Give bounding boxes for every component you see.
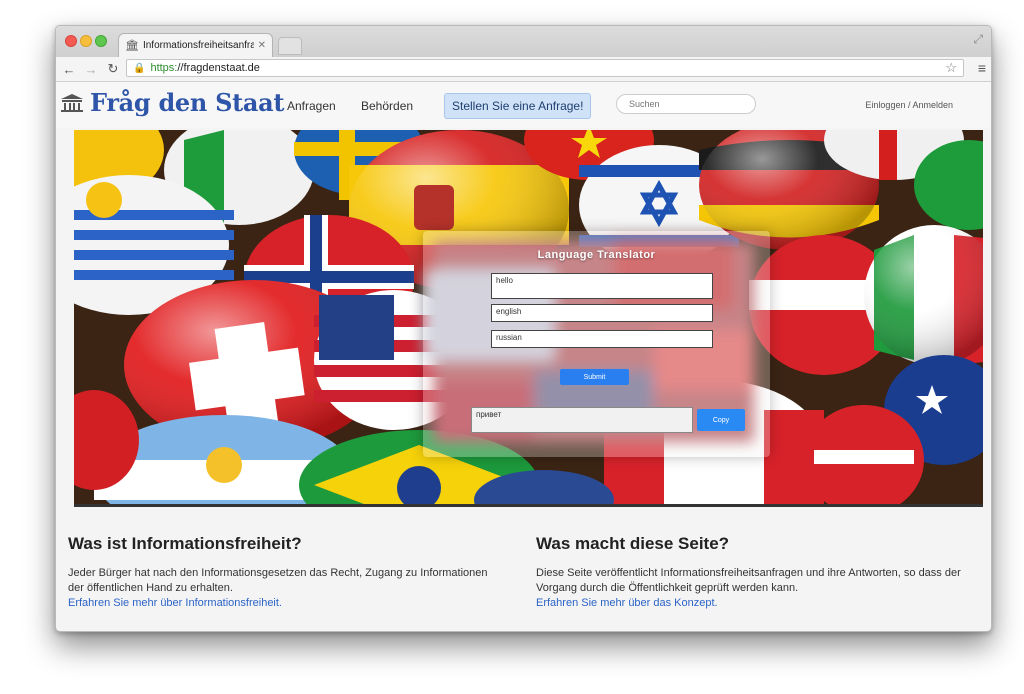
nav-anfragen[interactable]: Anfragen xyxy=(287,99,336,113)
translator-title: Language Translator xyxy=(537,249,656,261)
fullscreen-icon[interactable]: ⤢ xyxy=(973,32,983,47)
site-header: Fråg den Staat Anfragen Behörden Stellen… xyxy=(56,82,991,128)
info-text-right: Diese Seite veröffentlicht Informationsf… xyxy=(536,567,961,594)
tab-close-icon[interactable]: ✕ xyxy=(258,40,266,51)
info-heading-right: Was macht diese Seite? xyxy=(536,534,730,553)
maximize-window-button[interactable] xyxy=(95,35,107,47)
translation-output[interactable]: привет xyxy=(471,407,693,433)
close-window-button[interactable] xyxy=(65,35,77,47)
site-logo[interactable]: Fråg den Staat xyxy=(60,88,285,117)
building-icon xyxy=(61,93,83,112)
tab-strip: 🏛 Informationsfreiheitsanfrag ✕ ⤢ xyxy=(56,26,991,57)
reload-icon[interactable]: ↻ xyxy=(104,61,122,77)
to-language-input[interactable]: russian xyxy=(491,330,713,348)
info-column-left: Was ist Informationsfreiheit? Jeder Bürg… xyxy=(68,534,488,611)
nav-behoerden[interactable]: Behörden xyxy=(361,99,413,113)
forward-icon[interactable]: → xyxy=(82,62,100,77)
info-heading-left: Was ist Informationsfreiheit? xyxy=(68,534,302,553)
from-language-input[interactable]: english xyxy=(491,304,713,322)
browser-tab[interactable]: 🏛 Informationsfreiheitsanfrag ✕ xyxy=(118,33,273,57)
logo-text: Fråg den Staat xyxy=(90,88,285,117)
translator-panel: Language Translator hello english russia… xyxy=(423,231,770,457)
minimize-window-button[interactable] xyxy=(80,35,92,47)
info-text-left: Jeder Bürger hat nach den Informationsge… xyxy=(68,567,488,594)
back-icon[interactable]: ← xyxy=(60,62,78,77)
bookmark-star-icon[interactable]: ☆ xyxy=(945,60,957,76)
copy-button[interactable]: Copy xyxy=(697,409,745,431)
info-link-right[interactable]: Erfahren Sie mehr über das Konzept. xyxy=(536,596,981,611)
new-tab-button[interactable] xyxy=(278,37,302,55)
browser-toolbar: ← → ↻ 🔒 https: //fragdenstaat.de ☆ ≡ xyxy=(56,57,991,82)
url-scheme: https: xyxy=(150,62,178,74)
search-input[interactable] xyxy=(616,94,756,114)
browser-menu-icon[interactable]: ≡ xyxy=(978,60,986,76)
submit-button[interactable]: Submit xyxy=(560,369,629,385)
browser-window: 🏛 Informationsfreiheitsanfrag ✕ ⤢ ← → ↻ … xyxy=(55,25,992,632)
lock-icon: 🔒 xyxy=(133,62,146,74)
hero-divider xyxy=(74,504,983,507)
address-bar[interactable]: 🔒 https: //fragdenstaat.de ☆ xyxy=(126,59,964,77)
hero-flags-image: Language Translator hello english russia… xyxy=(74,130,983,504)
tab-title: Informationsfreiheitsanfrag xyxy=(142,40,254,51)
info-column-right: Was macht diese Seite? Diese Seite veröf… xyxy=(536,534,981,611)
source-text-input[interactable]: hello xyxy=(491,273,713,299)
url-host: //fragdenstaat.de xyxy=(177,62,260,74)
new-request-button[interactable]: Stellen Sie eine Anfrage! xyxy=(444,93,592,119)
login-link[interactable]: Einloggen / Anmelden xyxy=(865,100,953,110)
info-link-left[interactable]: Erfahren Sie mehr über Informationsfreih… xyxy=(68,596,488,611)
site-favicon-icon: 🏛 xyxy=(125,40,139,52)
